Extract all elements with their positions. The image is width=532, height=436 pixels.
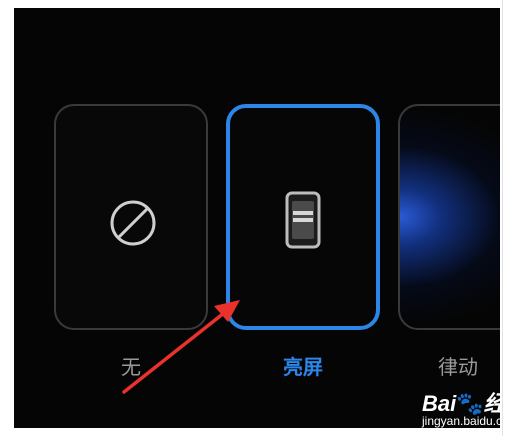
page-margin (500, 0, 532, 436)
annotation-arrow-icon (122, 300, 240, 394)
divider (502, 0, 503, 436)
watermark-url: jingyan.baidu.com (422, 414, 500, 428)
baidu-jingyan-watermark: Bai🐾经验 jingyan.baidu.com (422, 384, 500, 428)
app-screen: 无 亮屏 律动 Bai🐾经验 jingyan.baidu.com (14, 8, 500, 428)
paw-icon: 🐾 (456, 391, 484, 416)
